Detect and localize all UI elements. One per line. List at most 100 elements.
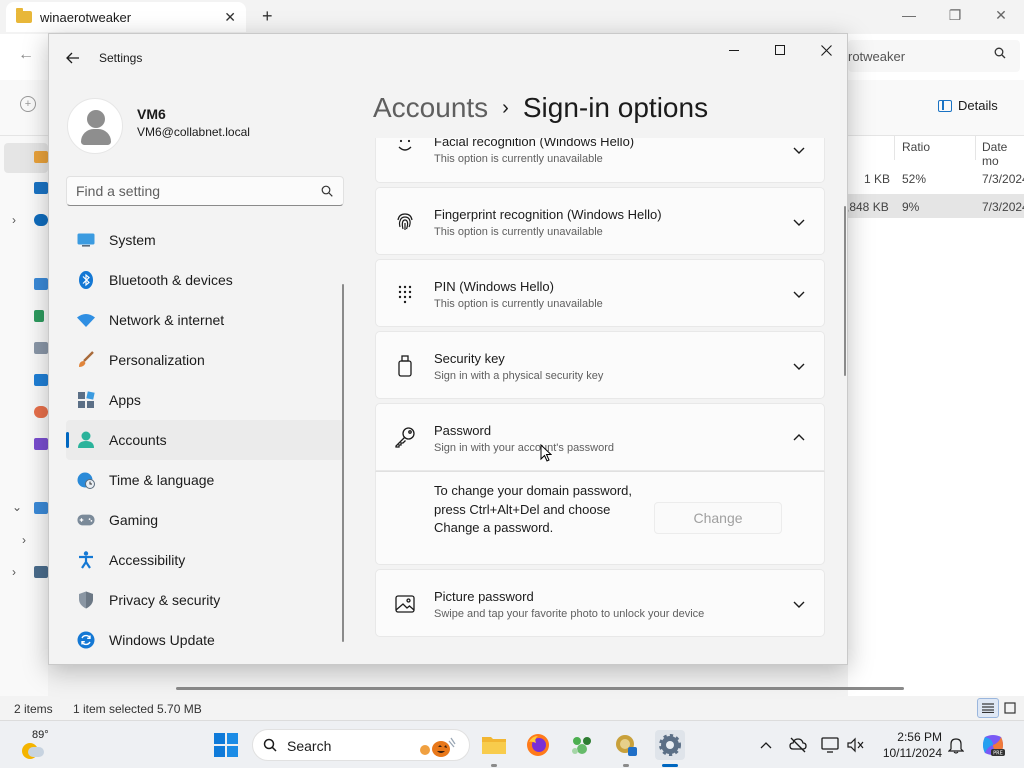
close-tab-icon[interactable]: ✕ (224, 9, 236, 26)
expand-chevron-icon[interactable]: › (22, 533, 26, 547)
desktop-icon[interactable] (34, 278, 48, 290)
onedrive-icon[interactable] (34, 214, 48, 226)
option-fingerprint[interactable]: Fingerprint recognition (Windows Hello) … (375, 187, 825, 255)
breadcrumb-parent[interactable]: Accounts (373, 92, 488, 124)
column-separator (894, 136, 895, 160)
explorer-tab-title: winaerotweaker (40, 9, 132, 25)
running-indicator (623, 764, 629, 767)
taskbar-settings[interactable] (655, 730, 685, 760)
nav-item-gaming[interactable]: Gaming (66, 500, 344, 540)
new-tab-button[interactable]: + (262, 6, 273, 27)
documents-icon[interactable] (34, 342, 48, 354)
column-ratio[interactable]: Ratio (902, 140, 930, 154)
this-pc-icon[interactable] (34, 502, 48, 514)
column-date[interactable]: Date mo (982, 140, 1024, 168)
home-icon[interactable] (34, 151, 48, 163)
music-icon[interactable] (34, 406, 48, 418)
nav-item-accessibility[interactable]: Accessibility (66, 540, 344, 580)
details-label: Details (958, 98, 998, 113)
keypad-icon (394, 283, 416, 305)
explorer-maximize-button[interactable]: ❐ (932, 0, 978, 30)
password-expanded-panel: To change your domain password, press Ct… (375, 471, 825, 565)
column-separator (975, 136, 976, 160)
downloads-icon[interactable] (34, 310, 44, 322)
close-button[interactable] (803, 34, 847, 66)
collapse-chevron-icon[interactable]: ⌄ (12, 500, 22, 514)
show-hidden-icons-button[interactable] (756, 735, 776, 755)
taskbar-file-explorer[interactable] (479, 730, 509, 760)
tray-volume-muted[interactable] (846, 735, 866, 755)
network-icon[interactable] (34, 566, 48, 578)
usb-key-icon (394, 355, 416, 377)
tray-display[interactable] (820, 735, 840, 755)
option-picture-password[interactable]: Picture password Swipe and tap your favo… (375, 569, 825, 637)
file-date: 7/3/2024 (982, 172, 1024, 186)
password-change-instructions: To change your domain password, press Ct… (434, 483, 633, 535)
nav-item-accounts[interactable]: Accounts (66, 420, 344, 460)
find-setting-box[interactable] (66, 176, 344, 206)
gallery-icon[interactable] (34, 182, 48, 194)
content-scrollbar[interactable] (844, 206, 846, 376)
search-icon (994, 47, 1006, 59)
nav-item-bluetooth[interactable]: Bluetooth & devices (66, 260, 344, 300)
expand-chevron-icon[interactable]: › (12, 565, 16, 579)
taskbar-search[interactable]: Search (252, 729, 470, 761)
nav-item-personalization[interactable]: Personalization (66, 340, 344, 380)
details-button[interactable]: Details (938, 98, 998, 113)
file-ratio: 52% (902, 172, 927, 186)
globe-clock-icon (77, 471, 95, 489)
option-security-key[interactable]: Security key Sign in with a physical sec… (375, 331, 825, 399)
notifications-button[interactable] (946, 735, 966, 755)
explorer-tab[interactable]: winaerotweaker ✕ (6, 2, 246, 32)
close-icon (820, 44, 832, 56)
nav-item-network[interactable]: Network & internet (66, 300, 344, 340)
weather-widget[interactable]: 89° (18, 727, 58, 763)
change-password-button[interactable]: Change (654, 502, 782, 534)
pictures-icon[interactable] (34, 374, 48, 386)
taskbar-clock[interactable]: 2:56 PM 10/11/2024 (876, 729, 942, 761)
explorer-file-list (848, 136, 1024, 696)
maximize-button[interactable] (757, 34, 803, 66)
option-password[interactable]: Password Sign in with your account's pas… (375, 403, 825, 471)
tiles-view-button[interactable] (999, 698, 1021, 718)
file-date: 7/3/2024 (982, 200, 1024, 214)
nav-item-time-language[interactable]: Time & language (66, 460, 344, 500)
nav-label: Personalization (109, 352, 205, 368)
nav-item-system[interactable]: System (66, 220, 344, 260)
nav-item-privacy[interactable]: Privacy & security (66, 580, 344, 620)
user-profile[interactable]: VM6 VM6@collabnet.local (67, 94, 327, 158)
start-button[interactable] (211, 730, 241, 760)
option-subtitle: This option is currently unavailable (434, 298, 603, 310)
list-view-icon (982, 703, 994, 713)
option-facial-recognition[interactable]: Facial recognition (Windows Hello) This … (375, 138, 825, 183)
details-view-button[interactable] (977, 698, 999, 718)
search-icon (321, 185, 333, 197)
explorer-search-box[interactable]: rotweaker (848, 40, 1020, 72)
explorer-close-button[interactable]: ✕ (978, 0, 1024, 30)
find-setting-input[interactable] (67, 177, 307, 205)
taskbar-app-people[interactable] (567, 730, 597, 760)
page-title: Sign-in options (522, 92, 709, 123)
file-size: ,848 KB (846, 200, 889, 214)
status-item-count: 2 items (14, 702, 53, 716)
nav-label: Accessibility (109, 552, 186, 568)
nav-item-apps[interactable]: Apps (66, 380, 344, 420)
tray-network-off[interactable] (788, 735, 808, 755)
videos-icon[interactable] (34, 438, 48, 450)
option-pin[interactable]: PIN (Windows Hello) This option is curre… (375, 259, 825, 327)
explorer-minimize-button[interactable]: — (886, 0, 932, 30)
new-item-icon[interactable]: + (20, 96, 36, 112)
copilot-button[interactable]: PRE (980, 732, 1006, 758)
taskbar-winaero-tweaker[interactable] (611, 730, 641, 760)
horizontal-scrollbar[interactable] (176, 687, 904, 690)
nav-item-windows-update[interactable]: Windows Update (66, 620, 344, 660)
taskbar-firefox[interactable] (523, 730, 553, 760)
explorer-back-icon[interactable]: ← (18, 46, 34, 64)
nav-scrollbar[interactable] (342, 284, 344, 642)
file-size: 1 KB (864, 172, 891, 186)
minimize-button[interactable] (711, 34, 757, 66)
svg-text:PRE: PRE (993, 751, 1003, 757)
expand-chevron-icon[interactable]: › (12, 213, 16, 227)
back-button[interactable] (63, 48, 83, 68)
breadcrumb: Accounts › Sign-in options (373, 92, 708, 124)
